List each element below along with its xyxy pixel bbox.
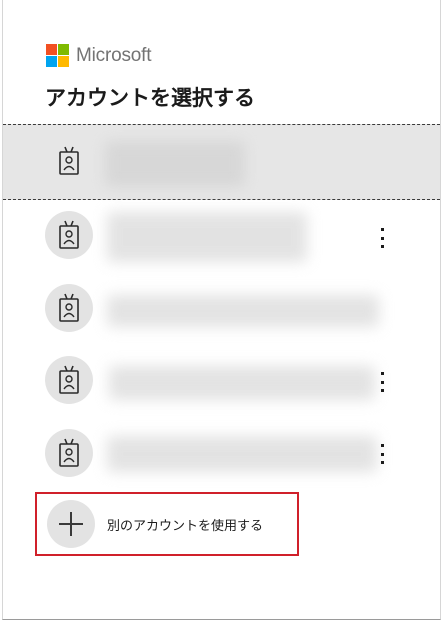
- more-options-button[interactable]: [375, 226, 389, 250]
- account-item-5[interactable]: [3, 418, 440, 488]
- id-badge-icon: [59, 146, 79, 175]
- id-badge-icon: [59, 293, 79, 322]
- logo-square-red: [46, 44, 57, 55]
- logo-square-blue: [46, 56, 57, 67]
- account-picker-dialog: Microsoft アカウントを選択する 別のアカウントを使用する: [2, 0, 441, 620]
- page-title: アカウントを選択する: [45, 86, 255, 110]
- logo-square-green: [58, 44, 69, 55]
- brand-name: Microsoft: [76, 44, 152, 66]
- use-another-account-label: 別のアカウントを使用する: [107, 519, 264, 534]
- account-item-4[interactable]: [3, 346, 440, 416]
- plus-icon: [47, 500, 95, 548]
- microsoft-logo-icon: [46, 44, 69, 67]
- more-vertical-icon: [380, 444, 384, 447]
- avatar: [45, 356, 93, 404]
- more-vertical-icon: [380, 372, 384, 375]
- more-options-button[interactable]: [375, 442, 389, 466]
- avatar: [45, 137, 93, 185]
- more-vertical-icon: [380, 228, 384, 231]
- microsoft-logo: Microsoft: [46, 44, 151, 67]
- id-badge-icon: [59, 365, 79, 394]
- account-item-2[interactable]: [3, 200, 440, 270]
- account-item-3[interactable]: [3, 273, 440, 343]
- account-item-1[interactable]: [3, 124, 440, 200]
- more-options-button[interactable]: [375, 370, 389, 394]
- use-another-account-button[interactable]: 別のアカウントを使用する: [35, 492, 299, 556]
- id-badge-icon: [59, 438, 79, 467]
- id-badge-icon: [59, 220, 79, 249]
- logo-square-yellow: [58, 56, 69, 67]
- avatar: [45, 211, 93, 259]
- avatar: [45, 284, 93, 332]
- avatar: [45, 429, 93, 477]
